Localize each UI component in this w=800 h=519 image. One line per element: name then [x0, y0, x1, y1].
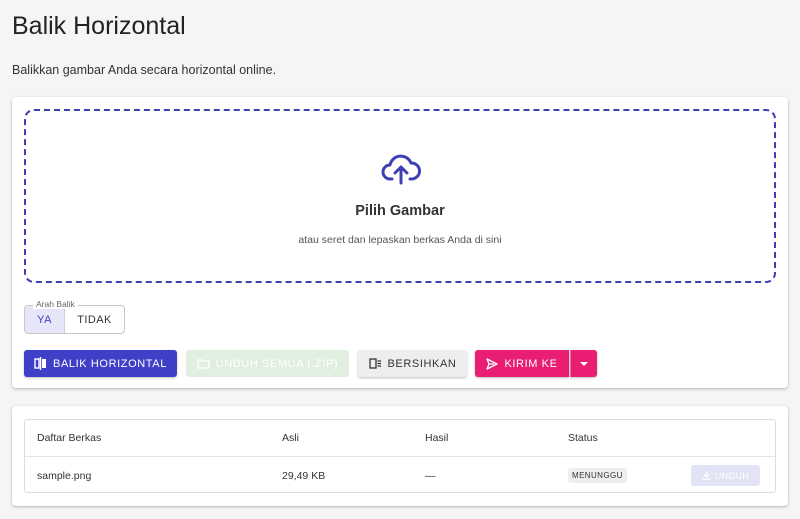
file-dropzone[interactable]: Pilih Gambar atau seret dan lepaskan ber… [24, 109, 776, 283]
folder-icon [197, 359, 210, 369]
page-title: Balik Horizontal [12, 12, 186, 40]
send-to-dropdown-button[interactable] [570, 350, 597, 377]
table-row: sample.png 29,49 KB — MENUNGGU UNDUH [25, 457, 775, 494]
header-status: Status [568, 432, 598, 444]
header-original: Asli [282, 432, 299, 444]
download-all-zip-button[interactable]: UNDUH SEMUA (.ZIP) [186, 350, 349, 377]
file-original-size: 29,49 KB [282, 469, 326, 482]
status-badge: MENUNGGU [568, 468, 627, 483]
send-to-label: KIRIM KE [504, 357, 558, 370]
caret-down-icon [580, 361, 588, 366]
toggle-legend: Arah Balik [33, 299, 78, 309]
download-file-button[interactable]: UNDUH [691, 465, 760, 486]
flip-icon [34, 357, 47, 370]
flip-horizontal-label: BALIK HORIZONTAL [53, 357, 167, 370]
clear-button[interactable]: BERSIHKAN [358, 350, 467, 377]
download-all-label: UNDUH SEMUA (.ZIP) [215, 357, 339, 370]
send-icon [486, 357, 499, 370]
clear-icon [368, 358, 381, 369]
download-label: UNDUH [714, 470, 750, 481]
send-to-button[interactable]: KIRIM KE [475, 350, 569, 377]
files-card: Daftar Berkas Asli Hasil Status sample.p… [12, 406, 788, 506]
dropzone-title: Pilih Gambar [355, 203, 445, 219]
files-table: Daftar Berkas Asli Hasil Status sample.p… [24, 419, 776, 493]
flip-horizontal-button[interactable]: BALIK HORIZONTAL [24, 350, 177, 377]
clear-label: BERSIHKAN [387, 357, 457, 370]
toggle-option-tidak[interactable]: TIDAK [65, 306, 124, 333]
flip-direction-toggle: Arah Balik YA TIDAK [24, 299, 125, 334]
file-name: sample.png [37, 469, 92, 482]
cloud-upload-icon [381, 154, 421, 185]
file-result-size: — [425, 469, 436, 482]
toggle-option-ya[interactable]: YA [25, 306, 65, 333]
table-header: Daftar Berkas Asli Hasil Status [25, 420, 775, 457]
page-subtitle: Balikkan gambar Anda secara horizontal o… [12, 63, 277, 77]
tool-card: Pilih Gambar atau seret dan lepaskan ber… [12, 97, 788, 388]
dropzone-subtitle: atau seret dan lepaskan berkas Anda di s… [298, 234, 502, 246]
header-result: Hasil [425, 432, 449, 444]
header-file-list: Daftar Berkas [37, 432, 102, 444]
download-icon [702, 471, 711, 480]
status-cell: MENUNGGU [568, 457, 627, 494]
